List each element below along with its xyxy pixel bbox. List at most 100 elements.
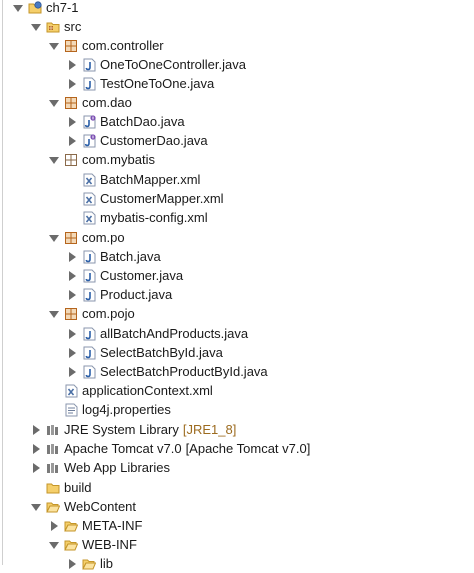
tree-node-package[interactable]: com.controller (0, 36, 474, 55)
file-label: Batch.java (100, 249, 161, 264)
tree-node-file[interactable]: CustomerMapper.xml (0, 189, 474, 208)
project-explorer-tree: ch7-1 src com.controller OneToOneControl… (0, 0, 474, 571)
xml-file-icon (82, 210, 96, 225)
file-label: TestOneToOne.java (100, 76, 215, 91)
package-icon (64, 96, 78, 110)
chevron-right-icon[interactable] (66, 558, 78, 570)
folder-open-icon (82, 557, 96, 571)
xml-file-icon (64, 383, 78, 398)
file-label: BatchDao.java (100, 114, 185, 129)
tree-node-file[interactable]: BatchDao.java (0, 112, 474, 131)
chevron-right-icon[interactable] (66, 251, 78, 263)
package-icon (64, 39, 78, 53)
folder-open-icon (64, 538, 78, 552)
tree-node-folder[interactable]: lib (0, 554, 474, 573)
file-label: CustomerMapper.xml (100, 191, 224, 206)
chevron-down-icon[interactable] (12, 2, 24, 14)
file-label: SelectBatchProductById.java (100, 364, 268, 379)
tree-node-folder[interactable]: build (0, 478, 474, 497)
tree-node-file[interactable]: log4j.properties (0, 400, 474, 419)
java-file-icon (82, 326, 96, 341)
xml-file-icon (82, 172, 96, 187)
chevron-right-icon[interactable] (66, 135, 78, 147)
library-label: Apache Tomcat v7.0 (64, 441, 182, 456)
chevron-right-icon[interactable] (66, 270, 78, 282)
tree-node-folder[interactable]: META-INF (0, 516, 474, 535)
chevron-down-icon[interactable] (48, 40, 60, 52)
file-label: Customer.java (100, 268, 184, 283)
java-interface-icon (82, 133, 96, 148)
chevron-right-icon[interactable] (66, 347, 78, 359)
package-icon (64, 153, 78, 167)
tree-node-package[interactable]: com.mybatis (0, 150, 474, 169)
chevron-right-icon[interactable] (66, 59, 78, 71)
chevron-right-icon[interactable] (66, 328, 78, 340)
java-interface-icon (82, 114, 96, 129)
library-decoration: [JRE1_8] (182, 422, 237, 437)
package-label: com.pojo (82, 306, 135, 321)
tree-node-file[interactable]: applicationContext.xml (0, 381, 474, 400)
tree-node-project[interactable]: ch7-1 (0, 0, 474, 17)
properties-file-icon (64, 403, 78, 417)
chevron-down-icon[interactable] (48, 232, 60, 244)
tree-node-file[interactable]: OneToOneController.java (0, 55, 474, 74)
file-label: CustomerDao.java (100, 133, 208, 148)
folder-open-icon (46, 500, 60, 514)
chevron-down-icon[interactable] (30, 21, 42, 33)
tree-node-library[interactable]: Apache Tomcat v7.0 [Apache Tomcat v7.0] (0, 439, 474, 458)
library-icon (46, 423, 60, 437)
folder-label: META-INF (82, 518, 143, 533)
tree-node-file[interactable]: Product.java (0, 285, 474, 304)
xml-file-icon (82, 191, 96, 206)
chevron-right-icon[interactable] (30, 424, 42, 436)
tree-node-folder[interactable]: WebContent (0, 497, 474, 516)
file-label: SelectBatchById.java (100, 345, 223, 360)
project-icon (28, 0, 42, 15)
project-name: ch7-1 (46, 0, 79, 15)
java-file-icon (82, 364, 96, 379)
java-file-icon (82, 287, 96, 302)
folder-label: build (64, 480, 92, 495)
chevron-right-icon[interactable] (48, 520, 60, 532)
chevron-right-icon[interactable] (66, 289, 78, 301)
tree-node-folder[interactable]: WEB-INF (0, 535, 474, 554)
tree-node-file[interactable]: allBatchAndProducts.java (0, 324, 474, 343)
chevron-right-icon[interactable] (30, 462, 42, 474)
tree-node-file[interactable]: TestOneToOne.java (0, 74, 474, 93)
tree-node-package[interactable]: com.dao (0, 93, 474, 112)
tree-node-file[interactable]: SelectBatchProductById.java (0, 362, 474, 381)
tree-node-file[interactable]: Batch.java (0, 247, 474, 266)
tree-node-file[interactable]: SelectBatchById.java (0, 343, 474, 362)
library-decoration: [Apache Tomcat v7.0] (185, 441, 311, 456)
tree-node-file[interactable]: BatchMapper.xml (0, 170, 474, 189)
java-file-icon (82, 268, 96, 283)
tree-node-src[interactable]: src (0, 17, 474, 36)
tree-node-file[interactable]: CustomerDao.java (0, 131, 474, 150)
library-icon (46, 442, 60, 456)
src-label: src (64, 19, 82, 34)
library-icon (46, 461, 60, 475)
chevron-down-icon[interactable] (48, 308, 60, 320)
tree-node-file[interactable]: mybatis-config.xml (0, 208, 474, 227)
tree-node-library[interactable]: Web App Libraries (0, 458, 474, 477)
chevron-down-icon[interactable] (48, 154, 60, 166)
java-file-icon (82, 345, 96, 360)
chevron-down-icon[interactable] (48, 539, 60, 551)
file-label: log4j.properties (82, 402, 171, 417)
package-label: com.controller (82, 38, 164, 53)
chevron-right-icon[interactable] (30, 443, 42, 455)
chevron-down-icon[interactable] (30, 501, 42, 513)
tree-node-package[interactable]: com.pojo (0, 304, 474, 323)
tree-node-package[interactable]: com.po (0, 228, 474, 247)
tree-node-file[interactable]: Customer.java (0, 266, 474, 285)
package-label: com.mybatis (82, 152, 155, 167)
library-label: Web App Libraries (64, 460, 170, 475)
folder-open-icon (64, 519, 78, 533)
file-label: Product.java (100, 287, 173, 302)
package-label: com.dao (82, 95, 132, 110)
tree-node-library[interactable]: JRE System Library [JRE1_8] (0, 420, 474, 439)
chevron-right-icon[interactable] (66, 78, 78, 90)
chevron-right-icon[interactable] (66, 366, 78, 378)
chevron-right-icon[interactable] (66, 116, 78, 128)
chevron-down-icon[interactable] (48, 97, 60, 109)
